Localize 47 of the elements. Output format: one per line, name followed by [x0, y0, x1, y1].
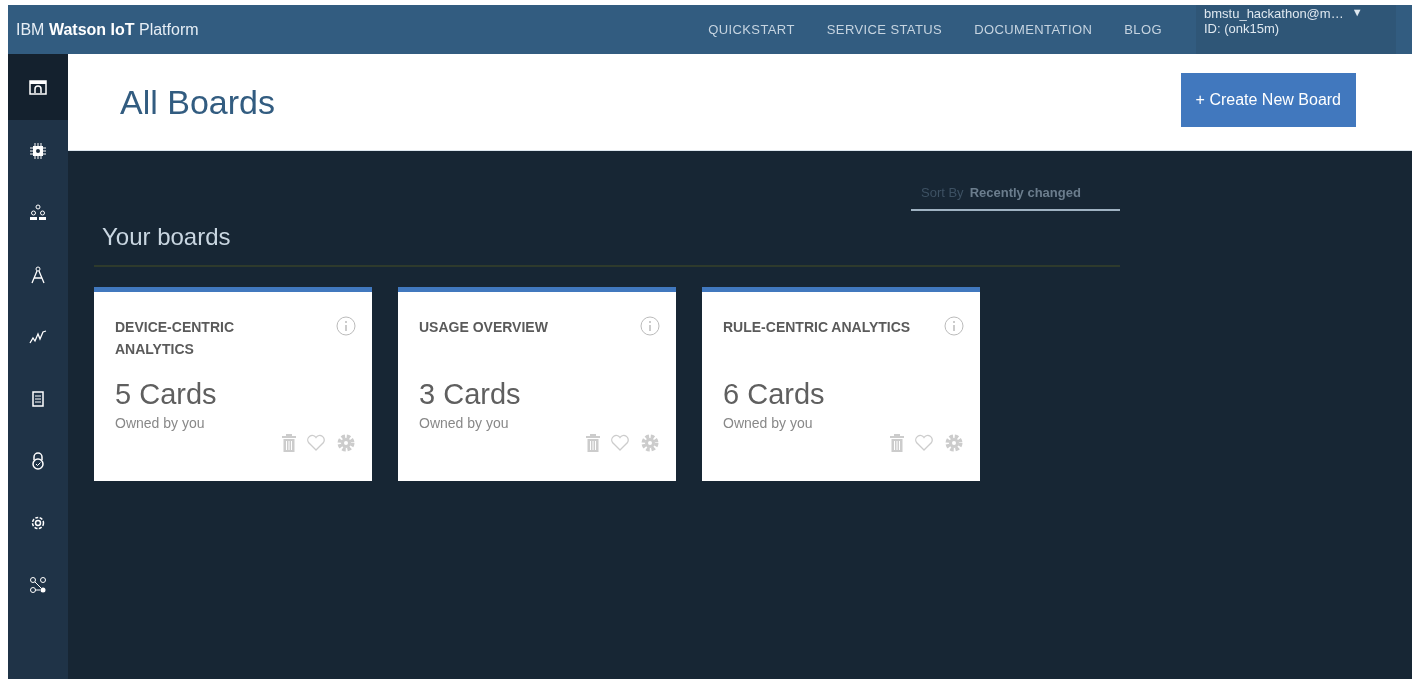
- owner-label: Owned by you: [419, 415, 510, 431]
- settings-icon[interactable]: [944, 433, 964, 453]
- lock-icon: [31, 452, 45, 470]
- board-title: USAGE OVERVIEW: [419, 318, 549, 337]
- compass-icon: [31, 266, 45, 284]
- info-icon[interactable]: [944, 316, 964, 336]
- trash-icon[interactable]: [282, 434, 296, 452]
- heart-icon[interactable]: [306, 434, 326, 452]
- nav-link[interactable]: SERVICE STATUS: [826, 22, 943, 37]
- page-title: All Boards: [120, 82, 275, 122]
- info-icon[interactable]: [640, 316, 660, 336]
- settings-icon[interactable]: [640, 433, 660, 453]
- document-icon: [32, 391, 44, 407]
- settings-icon: [29, 514, 47, 532]
- account-id: ID: (onk15m): [1204, 21, 1281, 36]
- create-board-button[interactable]: + Create New Board: [1180, 73, 1356, 127]
- board-card[interactable]: RULE-CENTRIC ANALYTICS 6 Cards Owned by you: [702, 287, 980, 481]
- info-icon[interactable]: [336, 316, 356, 336]
- trash-icon[interactable]: [890, 434, 904, 452]
- card-count: 3 Cards: [419, 378, 522, 411]
- card-count: 6 Cards: [723, 378, 826, 411]
- members-icon: [29, 204, 47, 222]
- chip-icon: [30, 143, 46, 159]
- board-title: RULE-CENTRIC ANALYTICS: [723, 318, 912, 337]
- chart-icon: [29, 330, 47, 344]
- sidebar-item[interactable]: [8, 54, 68, 120]
- nav-link[interactable]: BLOG: [1124, 22, 1162, 37]
- sort-value: Recently changed: [969, 185, 1081, 200]
- trash-icon[interactable]: [586, 434, 600, 452]
- brand-logo[interactable]: IBM Watson IoT Platform: [8, 20, 276, 39]
- heart-icon[interactable]: [610, 434, 630, 452]
- owner-label: Owned by you: [115, 415, 206, 431]
- settings-icon[interactable]: [336, 433, 356, 453]
- dashboard-icon: [29, 79, 47, 95]
- nav-link[interactable]: QUICKSTART: [708, 22, 795, 37]
- section-title: Your boards: [94, 219, 1120, 267]
- board-card[interactable]: DEVICE-CENTRIC ANALYTICS 5 Cards Owned by you: [94, 287, 372, 481]
- caret-icon: ▼: [1351, 6, 1363, 21]
- board-title: DEVICE-CENTRIC ANALYTICS: [115, 318, 235, 359]
- card-count: 5 Cards: [115, 378, 218, 411]
- account-menu[interactable]: bmstu_hackathon@m… ▼ ID: (onk15m): [1196, 5, 1396, 54]
- network-icon: [29, 576, 47, 594]
- heart-icon[interactable]: [914, 434, 934, 452]
- board-card[interactable]: USAGE OVERVIEW 3 Cards Owned by you: [398, 287, 676, 481]
- nav-link[interactable]: DOCUMENTATION: [974, 22, 1093, 37]
- owner-label: Owned by you: [723, 415, 814, 431]
- account-email: bmstu_hackathon@m…: [1204, 6, 1344, 21]
